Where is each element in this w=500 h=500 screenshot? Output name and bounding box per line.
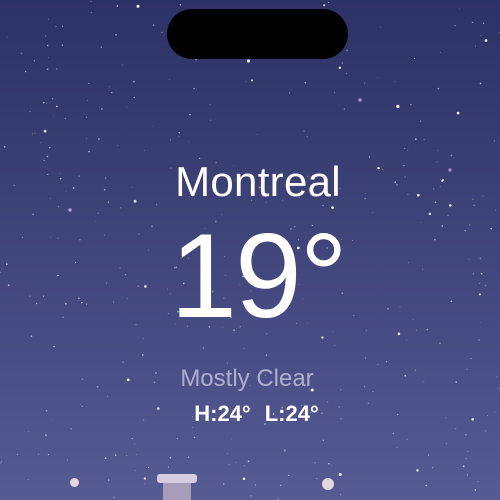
weather-condition: Mostly Clear [180,365,314,392]
rooftop-base [163,483,191,500]
weather-widget[interactable]: Montreal 19° Mostly Clear H:24° L:24° [0,0,500,500]
current-temperature: 19° [170,209,347,343]
low-temperature: L:24° [264,401,319,426]
high-temperature: H:24° [194,401,251,426]
distant-light [322,478,334,490]
high-low-temperatures: H:24° L:24° [0,399,500,429]
lock-screen: Montreal 19° Mostly Clear H:24° L:24° [0,0,500,500]
city-name: Montreal [175,158,341,205]
distant-light [70,478,79,487]
rooftop-silhouette [157,474,197,500]
rooftop-cap [157,474,197,483]
